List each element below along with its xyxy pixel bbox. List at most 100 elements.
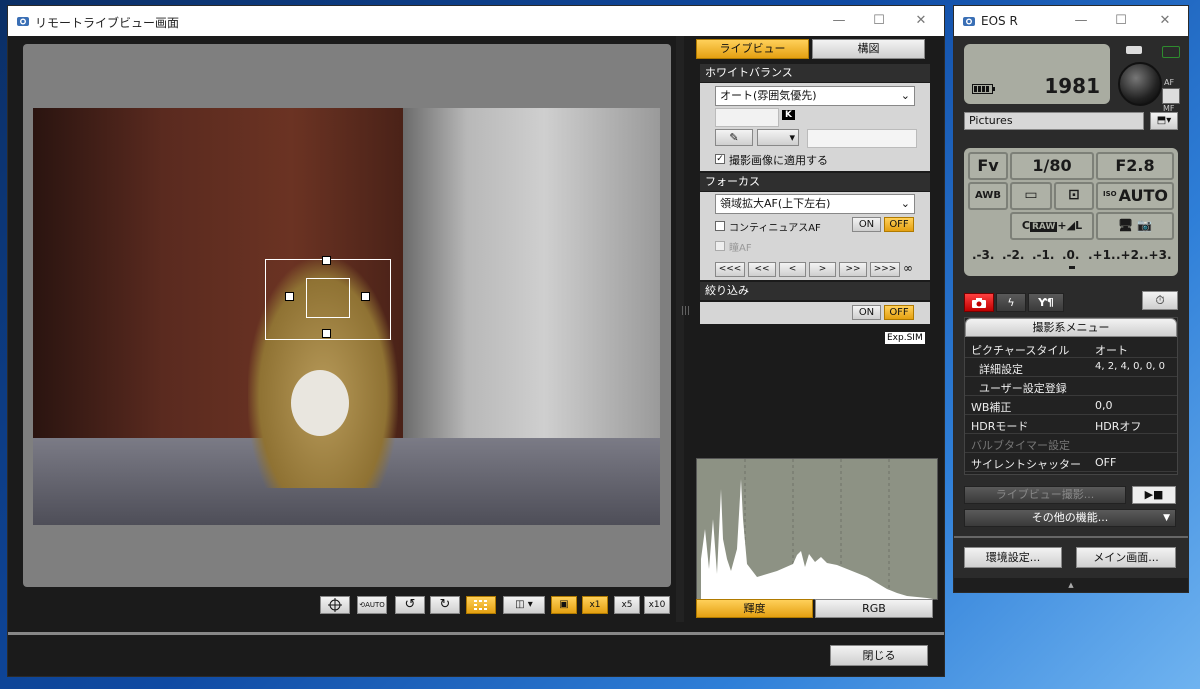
iso-cell[interactable]: ISO AUTO: [1096, 182, 1174, 210]
image-bear-belly: [291, 370, 349, 436]
flash-icon: ϟ: [1007, 296, 1015, 309]
aperture-off-button[interactable]: OFF: [884, 305, 914, 320]
continuous-af-off-button[interactable]: OFF: [884, 217, 914, 232]
wb-section-header: ホワイトバランス: [700, 64, 930, 82]
aspect-dropdown[interactable]: ◫ ▾: [503, 596, 545, 614]
quality-large-icon: ◢: [1066, 219, 1076, 232]
eye-af-checkbox[interactable]: [715, 241, 725, 251]
panel-splitter-handle[interactable]: |||: [681, 306, 690, 316]
timer-button[interactable]: ⏱: [1142, 291, 1178, 310]
wb-apply-label: 撮影画像に適用する: [729, 154, 828, 167]
minimize-icon[interactable]: —: [824, 10, 854, 32]
chevron-down-icon: ⌄: [900, 197, 910, 210]
menu-item-user-register[interactable]: ユーザー設定登録: [965, 377, 1177, 396]
eos-titlebar: EOS R — ☐ ✕: [954, 6, 1188, 36]
download-dropdown[interactable]: ⬒▾: [1150, 112, 1178, 130]
aperture-section-header: 絞り込み: [700, 282, 930, 300]
maximize-icon[interactable]: ☐: [864, 10, 894, 32]
shooting-mode-cell[interactable]: Fv: [968, 152, 1008, 180]
save-destination-icon: 🖥 📷: [1117, 218, 1153, 232]
shutter-speed-cell[interactable]: 1/80: [1010, 152, 1094, 180]
zoom-x10-button[interactable]: x10: [644, 596, 670, 614]
focus-far-1-button[interactable]: >: [809, 262, 836, 277]
tab-liveview[interactable]: ライブビュー: [696, 39, 809, 59]
af-handle-left: [285, 292, 294, 301]
menu-item-detail-settings[interactable]: 詳細設定 4, 2, 4, 0, 0, 0: [965, 358, 1177, 377]
liveview-window: リモートライブビュー画面 — ☐ ✕ ⟲AUTO ↺ ↻ ◫ ▾ ▣ x1 x5…: [8, 6, 944, 676]
collapse-handle[interactable]: ▲: [954, 578, 1188, 592]
grid-icon: [474, 600, 487, 610]
infinity-icon: ∞: [903, 261, 913, 275]
rotate-left-button[interactable]: ↺: [395, 596, 425, 614]
tab-flash[interactable]: ϟ: [996, 293, 1026, 312]
menu-item-bulb-timer: バルブタイマー設定: [965, 434, 1177, 453]
crosshair-button[interactable]: [320, 596, 350, 614]
continuous-af-label: コンティニュアスAF: [729, 223, 821, 234]
crosshair-icon: [328, 598, 342, 612]
drive-mode-cell[interactable]: ▭: [1010, 182, 1052, 210]
close-button[interactable]: 閉じる: [830, 645, 928, 666]
focus-far-2-button[interactable]: >>: [839, 262, 867, 277]
menu-item-hdr-mode[interactable]: HDRモード HDRオフ: [965, 415, 1177, 434]
close-icon[interactable]: ✕: [906, 10, 936, 32]
focus-section-header: フォーカス: [700, 173, 930, 191]
tab-composition[interactable]: 構図: [812, 39, 925, 59]
awb-cell[interactable]: AWB: [968, 182, 1008, 210]
metering-cell[interactable]: ⊡: [1054, 182, 1094, 210]
grid-button[interactable]: [466, 596, 496, 614]
battery-icon: [972, 84, 995, 94]
shots-remaining: 1981: [1044, 74, 1100, 98]
histogram-tab-rgb[interactable]: RGB: [815, 599, 933, 618]
main-dial[interactable]: [1118, 62, 1162, 106]
tab-tools[interactable]: Ƴ¶: [1028, 293, 1064, 312]
chevron-down-icon: ▼: [1163, 513, 1170, 523]
save-destination-cell[interactable]: 🖥 📷: [1096, 212, 1174, 240]
af-mf-switch[interactable]: [1162, 88, 1180, 104]
focus-far-3-button[interactable]: >>>: [870, 262, 900, 277]
window-title: EOS R: [981, 14, 1018, 28]
maximize-icon[interactable]: ☐: [1106, 10, 1136, 32]
rotate-right-button[interactable]: ↻: [430, 596, 460, 614]
minimize-icon[interactable]: —: [1066, 10, 1096, 32]
af-label: AF: [1164, 78, 1175, 87]
exposure-marker: [1069, 266, 1075, 269]
other-functions-button[interactable]: その他の機能... ▼: [964, 509, 1176, 527]
focus-mode-select[interactable]: 領域拡大AF(上下左右) ⌄: [715, 194, 915, 214]
wb-preset-dropdown[interactable]: ▾: [757, 129, 799, 146]
eyedropper-button[interactable]: ✎: [715, 129, 753, 146]
focus-near-1-button[interactable]: <: [779, 262, 806, 277]
focus-near-2-button[interactable]: <<: [748, 262, 776, 277]
close-icon[interactable]: ✕: [1150, 10, 1180, 32]
preferences-button[interactable]: 環境設定...: [964, 547, 1062, 568]
image-quality-cell[interactable]: C RAW +◢L: [1010, 212, 1094, 240]
aperture-cell[interactable]: F2.8: [1096, 152, 1174, 180]
rotate-auto-button[interactable]: ⟲AUTO: [357, 596, 387, 614]
movie-button[interactable]: ▶■: [1132, 486, 1176, 504]
camera-indicator-icon: [1126, 46, 1142, 54]
movie-camera-icon: ▶■: [1144, 488, 1164, 501]
menu-item-picture-style[interactable]: ピクチャースタイル オート: [965, 339, 1177, 358]
right-panel-divider: [676, 36, 684, 622]
menu-item-wb-shift[interactable]: WB補正 0,0: [965, 396, 1177, 415]
wb-apply-checkbox[interactable]: ✓: [715, 154, 725, 164]
af-handle-right: [361, 292, 370, 301]
camera-app-icon: [17, 17, 29, 26]
menu-item-silent-shutter[interactable]: サイレントシャッター OFF: [965, 453, 1177, 472]
wb-mode-select[interactable]: オート(雰囲気優先) ⌄: [715, 86, 915, 106]
focus-near-3-button[interactable]: <<<: [715, 262, 745, 277]
folder-field[interactable]: Pictures: [964, 112, 1144, 130]
zoom-x1-button[interactable]: x1: [582, 596, 608, 614]
zoom-x5-button[interactable]: x5: [614, 596, 640, 614]
tab-shooting[interactable]: [964, 293, 994, 312]
camera-icon: [972, 298, 986, 308]
af-point-frame[interactable]: [306, 278, 350, 318]
frame-button[interactable]: ▣: [551, 596, 577, 614]
main-window-button[interactable]: メイン画面...: [1076, 547, 1176, 568]
aperture-on-button[interactable]: ON: [852, 305, 881, 320]
continuous-af-checkbox[interactable]: [715, 221, 725, 231]
kelvin-input[interactable]: [715, 108, 779, 127]
af-handle-top: [322, 256, 331, 265]
exposure-scale[interactable]: .-3. .-2. .-1. .0. .+1. .+2. .+3.: [968, 244, 1174, 272]
histogram-tab-luminance[interactable]: 輝度: [696, 599, 813, 618]
continuous-af-on-button[interactable]: ON: [852, 217, 881, 232]
